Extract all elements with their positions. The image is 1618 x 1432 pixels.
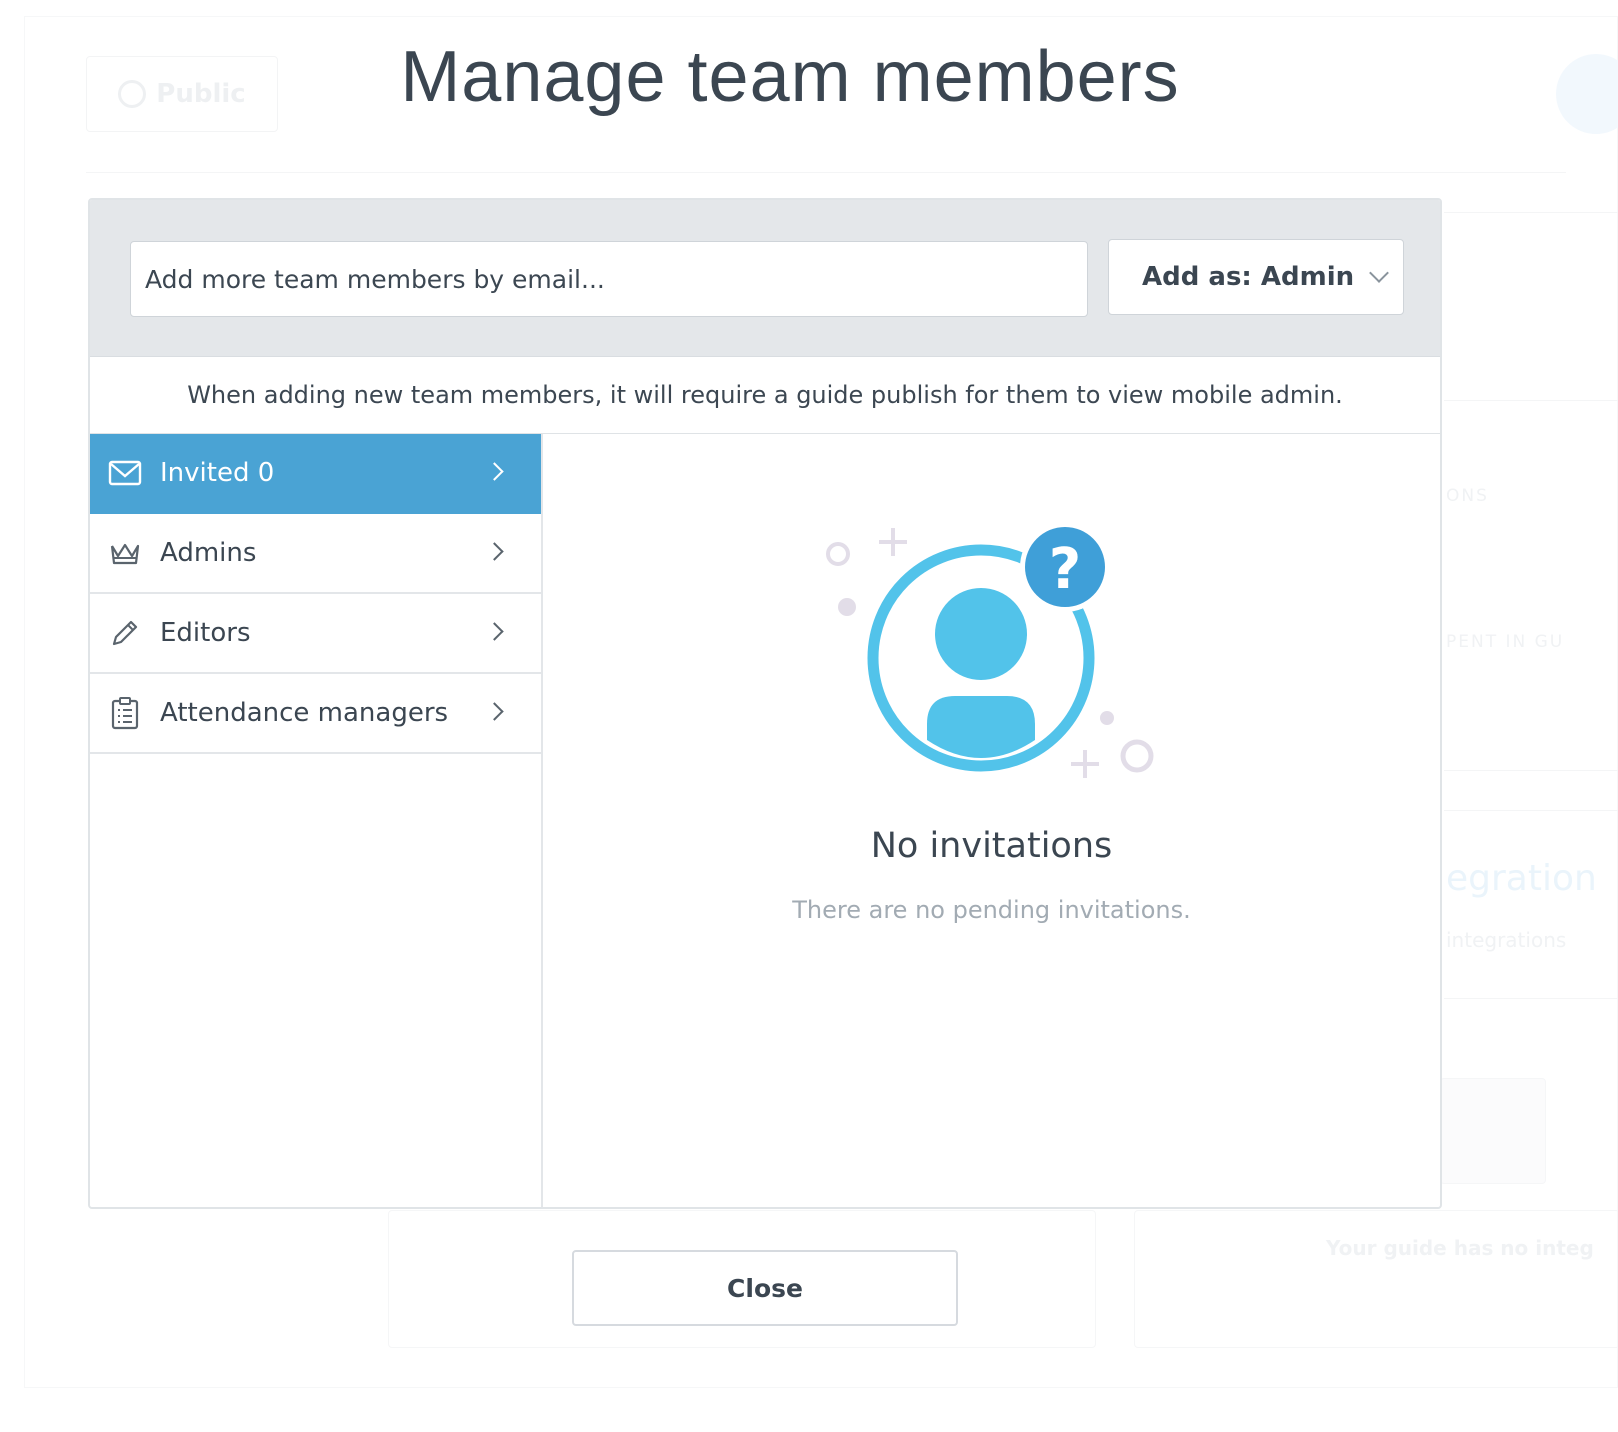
sidebar-item-label: Attendance managers [160, 698, 449, 728]
sidebar-item-admins[interactable]: Admins [90, 514, 541, 594]
decor-plus [879, 528, 907, 556]
member-category-sidebar: Invited 0 Admins Editors Attendance mana… [90, 434, 543, 1207]
envelope-icon [108, 460, 142, 486]
pencil-icon [112, 620, 138, 646]
background-divider [1444, 770, 1618, 771]
invitations-panel: ? No invitations There are no pending in… [543, 434, 1440, 1207]
decor-ring [826, 542, 850, 566]
sidebar-item-label: Editors [160, 618, 251, 648]
background-divider [1444, 212, 1618, 213]
publish-notice: When adding new team members, it will re… [90, 357, 1440, 434]
sidebar-item-editors[interactable]: Editors [90, 594, 541, 674]
plug-icon [1440, 1078, 1546, 1184]
chevron-right-icon [485, 622, 504, 641]
role-dropdown[interactable]: Add as: Admin [1108, 239, 1404, 315]
decor-dot [1100, 711, 1114, 725]
decor-ring [1120, 739, 1154, 773]
background-empty-note: Your guide has no integ [1326, 1236, 1594, 1260]
sidebar-item-label: Invited 0 [160, 458, 275, 488]
background-divider [1444, 810, 1618, 811]
decor-dot [838, 598, 856, 616]
empty-state-title: No invitations [870, 826, 1113, 866]
user-body [927, 696, 1035, 758]
chevron-right-icon [485, 702, 504, 721]
background-divider [1444, 998, 1618, 999]
sidebar-item-invited[interactable]: Invited 0 [90, 434, 541, 514]
decor-plus [1071, 750, 1099, 778]
sidebar-item-attendance-managers[interactable]: Attendance managers [90, 674, 541, 754]
close-button[interactable]: Close [572, 1250, 958, 1326]
page-title: Manage team members [400, 37, 1180, 117]
chevron-down-icon [1369, 263, 1390, 283]
background-section-label: PENT IN GU [1446, 632, 1565, 652]
crown-icon [110, 543, 140, 565]
chevron-right-icon [485, 462, 504, 481]
background-divider [1444, 400, 1618, 401]
email-input[interactable] [130, 241, 1088, 317]
background-integrations-sub: integrations [1446, 928, 1567, 952]
empty-invitations-illustration: ? [826, 522, 1154, 778]
background-integrations-title: egration [1446, 858, 1597, 899]
empty-state-subtitle: There are no pending invitations. [792, 896, 1191, 924]
role-dropdown-label: Add as: Admin [1142, 262, 1355, 292]
invite-bar: Add as: Admin [90, 200, 1440, 357]
sidebar-item-label: Admins [160, 538, 257, 568]
background-divider [86, 172, 1566, 173]
background-section-label: ONS [1446, 486, 1489, 506]
background-card [1134, 1210, 1618, 1348]
user-head [935, 588, 1027, 680]
question-mark: ? [1049, 537, 1081, 602]
chevron-right-icon [485, 542, 504, 561]
clipboard-icon [111, 697, 139, 730]
team-members-modal: Add as: Admin When adding new team membe… [88, 198, 1442, 1209]
